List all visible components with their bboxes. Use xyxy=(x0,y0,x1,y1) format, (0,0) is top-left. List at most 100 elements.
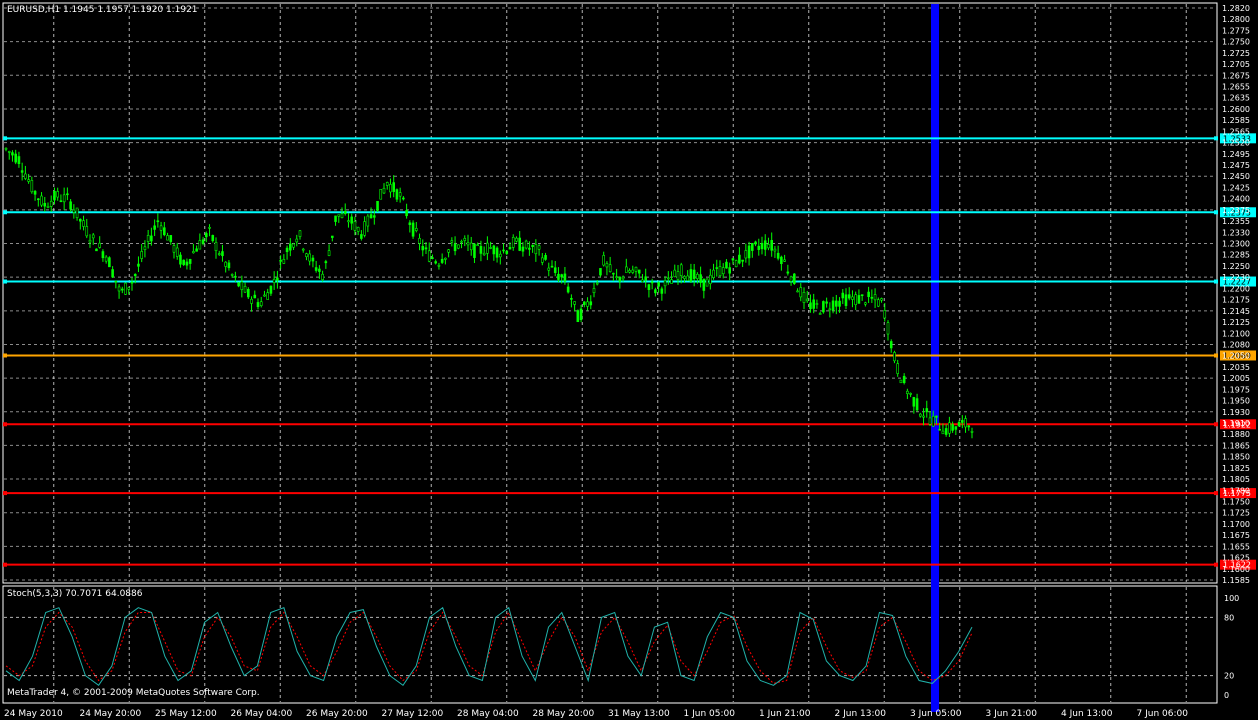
price-axis-label: 1.1865 xyxy=(1222,441,1250,450)
candle-body xyxy=(98,242,101,248)
candle-body xyxy=(712,269,715,278)
candle-body xyxy=(305,253,308,258)
candle-body xyxy=(770,240,773,251)
candle-body xyxy=(453,243,457,252)
candle-body xyxy=(214,242,218,251)
candle-body xyxy=(237,282,240,287)
price-axis-label: 1.1600 xyxy=(1222,565,1250,574)
candle-body xyxy=(450,240,454,243)
candle-body xyxy=(108,257,111,268)
price-axis: 1.2820 1.2800 1.2775 1.2750 1.2725 1.2705 1.26… xyxy=(1222,4,1250,700)
metatrader-chart-window[interactable]: 1.2533 1.2375 1.2227 1.2069 1.1922 1.1775 1.16… xyxy=(0,0,1258,720)
candle-body xyxy=(608,264,612,272)
candle-body xyxy=(928,417,932,425)
candle-body xyxy=(343,210,347,214)
candle-body xyxy=(589,301,593,306)
candle-body xyxy=(408,222,412,226)
candle-body xyxy=(360,234,363,239)
candle-body xyxy=(11,152,14,156)
candle-body xyxy=(198,240,202,250)
candle-body xyxy=(654,289,657,294)
candle-body xyxy=(444,257,447,260)
price-axis-label: 1.2600 xyxy=(1222,105,1250,114)
copyright-footer: MetaTrader 4, © 2001-2009 MetaQuotes Sof… xyxy=(7,688,260,698)
price-axis-label: 1.1880 xyxy=(1222,430,1250,439)
candle-body xyxy=(786,271,790,274)
candle-body xyxy=(583,301,586,305)
candle-body xyxy=(298,230,302,237)
chart-canvas[interactable]: 1.25331.23751.22271.20691.19221.17751.16… xyxy=(0,0,1258,720)
candle-body xyxy=(709,274,712,284)
candle-body xyxy=(964,418,967,428)
candles-series xyxy=(4,147,974,439)
candle-body xyxy=(805,298,809,302)
candle-body xyxy=(873,294,877,301)
candle-body xyxy=(812,299,815,309)
candle-body xyxy=(17,156,21,165)
candle-body xyxy=(718,266,722,276)
candle-body xyxy=(502,249,505,252)
candle-body xyxy=(247,289,250,298)
candle-body xyxy=(941,430,945,435)
price-axis-label: 1.2725 xyxy=(1222,49,1250,58)
price-axis-label: 1.2175 xyxy=(1222,296,1250,305)
time-axis-label: 7 Jun 06:00 xyxy=(1137,709,1189,719)
candle-body xyxy=(699,274,702,283)
candle-body xyxy=(460,240,463,243)
candle-body xyxy=(631,269,635,273)
candle-body xyxy=(353,221,357,231)
candle-body xyxy=(30,180,34,193)
candle-body xyxy=(650,281,654,284)
candle-body xyxy=(250,298,253,304)
candle-body xyxy=(844,294,848,306)
price-axis-label: 1.1805 xyxy=(1222,475,1250,484)
price-axis-label: 1.2655 xyxy=(1222,83,1250,92)
price-axis-label: 1.2675 xyxy=(1222,71,1250,80)
candle-body xyxy=(221,251,224,257)
candle-body xyxy=(111,269,114,278)
candle-body xyxy=(334,215,337,222)
candle-body xyxy=(618,276,622,282)
time-axis-label: 31 May 13:00 xyxy=(608,709,670,719)
candle-body xyxy=(902,375,906,384)
price-axis-label: 1.1655 xyxy=(1222,542,1250,551)
candle-body xyxy=(179,254,182,265)
candle-body xyxy=(612,272,615,275)
level-handle-right xyxy=(1214,279,1218,284)
candle-body xyxy=(424,247,428,250)
candle-body xyxy=(482,252,486,256)
candle-body xyxy=(557,273,560,280)
candle-body xyxy=(402,197,405,200)
candle-body xyxy=(166,235,169,241)
time-axis-label: 4 Jun 13:00 xyxy=(1061,709,1113,719)
price-axis-label: 1.1700 xyxy=(1222,520,1250,529)
candle-body xyxy=(931,415,935,427)
candle-body xyxy=(857,295,861,304)
candle-body xyxy=(289,243,292,251)
price-axis-label: 1.2800 xyxy=(1222,15,1250,24)
price-axis-label: 1.2200 xyxy=(1222,284,1250,293)
candle-body xyxy=(331,235,334,238)
time-axis-label: 28 May 20:00 xyxy=(533,709,595,719)
candle-body xyxy=(822,301,825,313)
candle-body xyxy=(906,390,909,394)
candle-body xyxy=(751,242,754,251)
candle-body xyxy=(211,235,215,242)
candle-body xyxy=(469,242,473,251)
candle-body xyxy=(66,193,69,196)
candle-body xyxy=(595,282,599,285)
candle-body xyxy=(883,310,887,319)
candle-body xyxy=(140,251,143,259)
candle-body xyxy=(24,173,27,179)
stochastic-series xyxy=(5,606,973,687)
candle-body xyxy=(392,182,395,192)
price-axis-label: 1.2475 xyxy=(1222,161,1250,170)
candle-body xyxy=(715,267,719,269)
candle-body xyxy=(240,281,244,290)
candle-body xyxy=(363,221,366,236)
candle-body xyxy=(466,242,470,246)
level-handle-right xyxy=(1214,491,1218,496)
candle-body xyxy=(415,228,418,231)
candle-body xyxy=(318,268,321,272)
time-axis-label: 24 May 20:00 xyxy=(80,709,142,719)
